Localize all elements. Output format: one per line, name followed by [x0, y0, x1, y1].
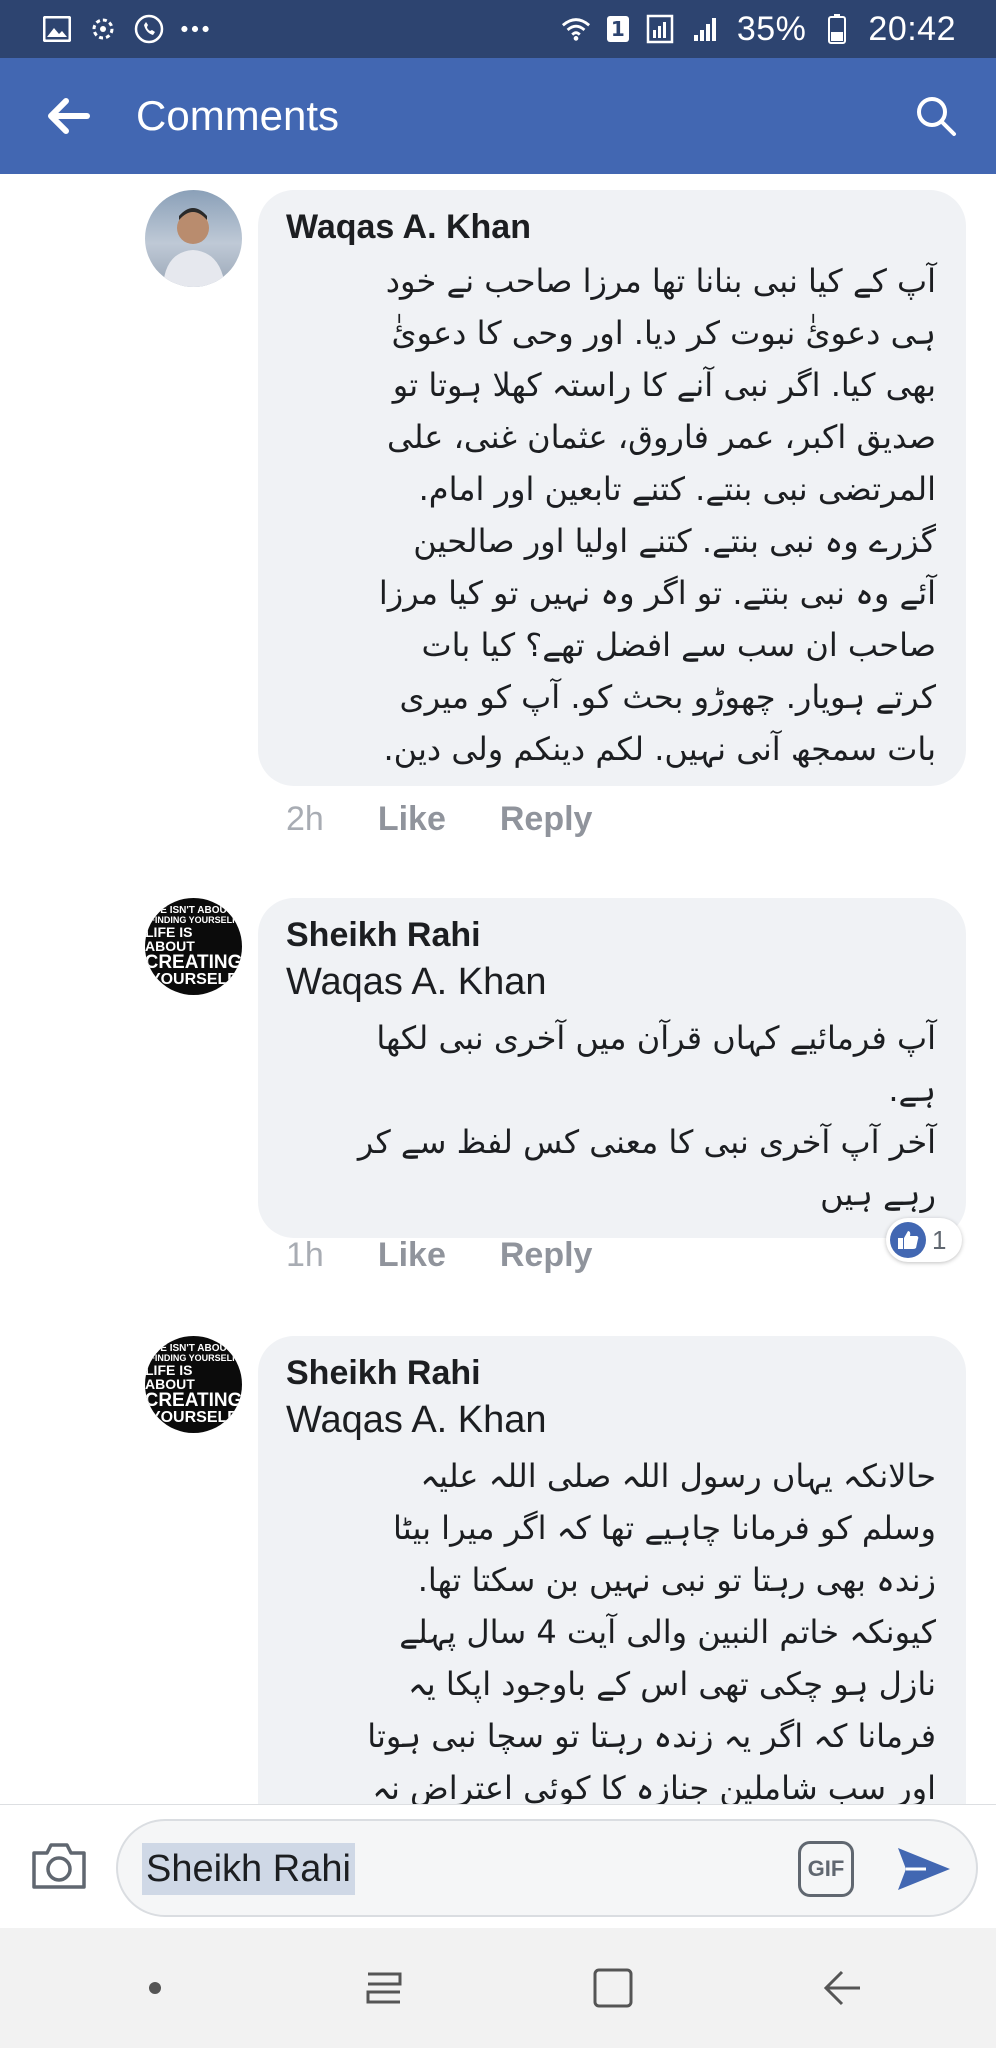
- comment-time: 2h: [286, 800, 324, 838]
- sim-badge: 1: [606, 16, 629, 42]
- reply-button[interactable]: Reply: [500, 1236, 593, 1275]
- comment-input[interactable]: Sheikh Rahi GIF: [116, 1819, 978, 1917]
- comment-actions: 1h Like Reply: [286, 1236, 592, 1275]
- status-left-icons: [42, 14, 210, 44]
- reaction-count: 1: [932, 1224, 947, 1255]
- nav-dot-button[interactable]: [115, 1948, 195, 2028]
- comment-bubble[interactable]: Sheikh Rahi Waqas A. Khan آپ فرمائیے کہا…: [258, 898, 966, 1238]
- arrow-left-icon: [48, 98, 90, 134]
- comment-text: آپ فرمائیے کہاں قرآن میں آخری نبی لکھا ہ…: [357, 1019, 936, 1213]
- back-nav-button[interactable]: [802, 1948, 882, 2028]
- back-button[interactable]: [0, 58, 136, 174]
- app-bar: Comments: [0, 58, 996, 174]
- more-dots-icon: [180, 15, 210, 43]
- back-arrow-icon: [823, 1970, 860, 2006]
- like-button[interactable]: Like: [378, 1236, 446, 1275]
- like-button[interactable]: Like: [378, 800, 446, 839]
- send-button[interactable]: [892, 1837, 956, 1901]
- comment-bubble[interactable]: Waqas A. Khan آپ کے کیا نبی بنانا تھا مر…: [258, 190, 966, 786]
- signal-icon: [691, 15, 721, 43]
- avatar[interactable]: E ISN'T ABOU FINDING YOURSELF LIFE IS AB…: [145, 1336, 242, 1433]
- comment-item: E ISN'T ABOU FINDING YOURSELF LIFE IS AB…: [0, 1322, 996, 1804]
- comment-input-value[interactable]: Sheikh Rahi: [142, 1843, 355, 1895]
- reply-button[interactable]: Reply: [500, 800, 593, 839]
- sim-card-icon: [645, 14, 675, 44]
- mention-tag[interactable]: Waqas A. Khan: [286, 961, 936, 1004]
- comment-text: حالانکہ یہاں رسول اللہ صلی اللہ علیہ وسل…: [367, 1457, 936, 1804]
- mention-tag[interactable]: Waqas A. Khan: [286, 1399, 936, 1442]
- search-button[interactable]: [906, 86, 966, 146]
- recent-apps-button[interactable]: [344, 1948, 424, 2028]
- comment-author[interactable]: Sheikh Rahi: [286, 916, 936, 955]
- clock: 20:42: [868, 9, 956, 48]
- wifi-icon: [561, 15, 591, 43]
- comment-time: 1h: [286, 1236, 324, 1274]
- comment-item: E ISN'T ABOU FINDING YOURSELF LIFE IS AB…: [0, 884, 996, 1324]
- system-nav-bar: [0, 1928, 996, 2048]
- recent-apps-icon: [366, 1972, 401, 2004]
- page-title: Comments: [136, 92, 340, 139]
- sync-icon: [88, 15, 118, 43]
- battery-icon: [822, 14, 852, 44]
- thumbs-up-icon: [890, 1222, 926, 1258]
- comments-list[interactable]: Waqas A. Khan آپ کے کیا نبی بنانا تھا مر…: [0, 174, 996, 1804]
- dot-icon: [148, 1982, 161, 1994]
- comment-item: Waqas A. Khan آپ کے کیا نبی بنانا تھا مر…: [0, 174, 996, 874]
- phone-icon: [134, 14, 164, 44]
- battery-percent: 35%: [736, 9, 807, 48]
- gif-button[interactable]: GIF: [798, 1841, 854, 1897]
- comment-composer: Sheikh Rahi GIF: [0, 1804, 996, 1928]
- status-right-icons: 1 35% 20:42: [561, 10, 956, 49]
- home-button[interactable]: [573, 1948, 653, 2028]
- avatar[interactable]: [145, 190, 242, 287]
- comment-text: آپ کے کیا نبی بنانا تھا مرزا صاحب نے خود…: [378, 262, 936, 768]
- search-icon: [917, 97, 956, 136]
- camera-button[interactable]: [28, 1835, 90, 1897]
- comment-bubble[interactable]: Sheikh Rahi Waqas A. Khan حالانکہ یہاں ر…: [258, 1336, 966, 1804]
- send-icon: [898, 1848, 950, 1890]
- status-bar: 1 35% 20:42: [0, 0, 996, 58]
- comment-actions: 2h Like Reply: [286, 800, 592, 839]
- home-square-icon: [593, 1968, 632, 2008]
- image-icon: [42, 15, 72, 43]
- avatar[interactable]: E ISN'T ABOU FINDING YOURSELF LIFE IS AB…: [145, 898, 242, 995]
- comment-author[interactable]: Waqas A. Khan: [286, 208, 936, 247]
- comment-author[interactable]: Sheikh Rahi: [286, 1354, 936, 1393]
- reaction-badge[interactable]: 1: [886, 1218, 962, 1262]
- camera-icon: [32, 1843, 86, 1889]
